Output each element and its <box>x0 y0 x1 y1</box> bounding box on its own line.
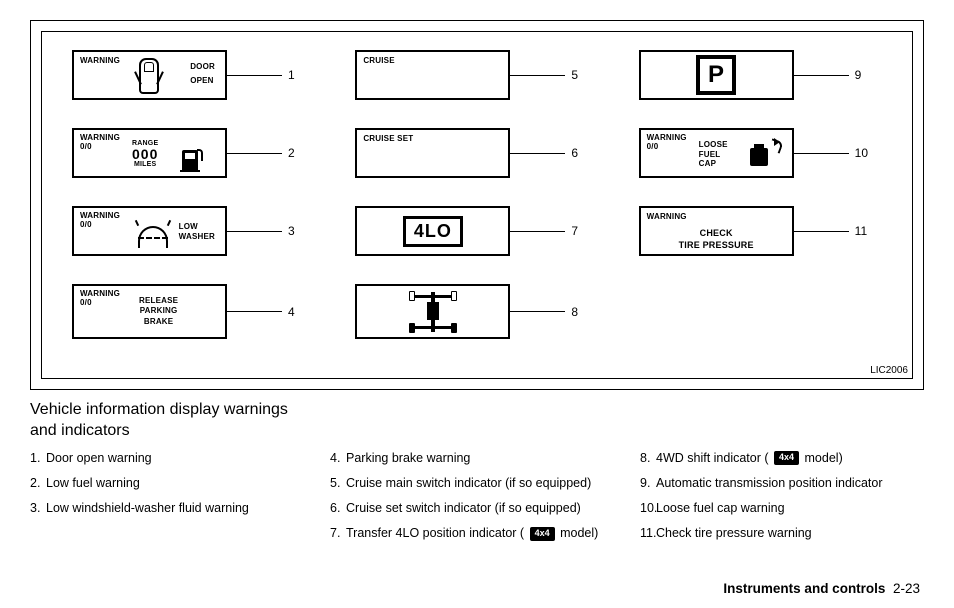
legend-item: 3.Low windshield-washer fluid warning <box>30 500 320 516</box>
cell-9: P 9 <box>639 50 882 100</box>
door-open-text: DOOR OPEN <box>190 60 215 87</box>
panel-low-washer: WARNING 0/0 LOW WASHER <box>72 206 227 256</box>
warning-label: WARNING 0/0 <box>80 290 120 308</box>
leader-line <box>227 153 282 154</box>
panel-transmission-position: P <box>639 50 794 100</box>
leader-line <box>227 231 282 232</box>
legend-item: 7.Transfer 4LO position indicator ( 4x4 … <box>330 525 630 541</box>
callout-number: 4 <box>288 305 304 319</box>
legend-columns: 1.Door open warning 2.Low fuel warning 3… <box>30 450 924 551</box>
callout-number: 11 <box>855 224 871 238</box>
cruise-set-label: CRUISE SET <box>363 134 413 143</box>
legend-item: 8.4WD shift indicator ( 4x4 model) <box>640 450 920 466</box>
panel-door-open: WARNING DOOR OPEN <box>72 50 227 100</box>
callout-number: 8 <box>571 305 587 319</box>
leader-line <box>510 75 565 76</box>
check-text: CHECK <box>641 228 792 238</box>
leader-line <box>794 231 849 232</box>
panel-loose-fuel-cap: WARNING 0/0 LOOSE FUEL CAP <box>639 128 794 178</box>
cell-11: WARNING CHECK TIRE PRESSURE 11 <box>639 206 882 256</box>
legend-col-1: 1.Door open warning 2.Low fuel warning 3… <box>30 450 320 551</box>
panel-parking-brake: WARNING 0/0 RELEASE PARKING BRAKE <box>72 284 227 339</box>
legend-item: 11.Check tire pressure warning <box>640 525 920 541</box>
legend-col-2: 4.Parking brake warning 5.Cruise main sw… <box>330 450 630 551</box>
callout-number: 9 <box>855 68 871 82</box>
callout-number: 3 <box>288 224 304 238</box>
park-position-icon: P <box>696 55 736 95</box>
legend-item: 9.Automatic transmission position indica… <box>640 475 920 491</box>
4x4-badge-icon: 4x4 <box>530 527 555 541</box>
tire-pressure-text: TIRE PRESSURE <box>641 240 792 250</box>
fuel-range: RANGE 000 MILES <box>132 140 158 168</box>
indicator-grid: WARNING DOOR OPEN 1 CRUISE 5 <box>72 50 882 339</box>
leader-line <box>510 231 565 232</box>
figure-outer-frame: WARNING DOOR OPEN 1 CRUISE 5 <box>30 20 924 390</box>
4x4-badge-icon: 4x4 <box>774 451 799 465</box>
legend-item: 2.Low fuel warning <box>30 475 320 491</box>
cell-2: WARNING 0/0 RANGE 000 MILES 2 <box>72 128 315 178</box>
legend-title: Vehicle information display warnings and… <box>30 400 310 442</box>
cell-empty <box>639 284 882 339</box>
warning-label: WARNING 0/0 <box>80 212 120 230</box>
figure-inner-frame: WARNING DOOR OPEN 1 CRUISE 5 <box>41 31 913 379</box>
cell-10: WARNING 0/0 LOOSE FUEL CAP 10 <box>639 128 882 178</box>
panel-low-fuel: WARNING 0/0 RANGE 000 MILES <box>72 128 227 178</box>
callout-number: 5 <box>571 68 587 82</box>
cell-3: WARNING 0/0 LOW WASHER 3 <box>72 206 315 256</box>
callout-number: 6 <box>571 146 587 160</box>
panel-cruise-set: CRUISE SET <box>355 128 510 178</box>
page-number: 2-23 <box>893 581 920 596</box>
cruise-label: CRUISE <box>363 56 394 65</box>
section-name: Instruments and controls <box>723 581 885 596</box>
cell-1: WARNING DOOR OPEN 1 <box>72 50 315 100</box>
warning-label: WARNING <box>80 56 120 65</box>
page-footer: Instruments and controls 2-23 <box>723 581 920 596</box>
warning-label: WARNING 0/0 <box>80 134 120 152</box>
leader-line <box>227 75 282 76</box>
legend-item: 5.Cruise main switch indicator (if so eq… <box>330 475 630 491</box>
warning-label: WARNING <box>647 212 687 221</box>
cell-4: WARNING 0/0 RELEASE PARKING BRAKE 4 <box>72 284 315 339</box>
cell-5: CRUISE 5 <box>355 50 598 100</box>
cell-8: 8 <box>355 284 598 339</box>
leader-line <box>510 311 565 312</box>
callout-number: 10 <box>855 146 871 160</box>
callout-number: 1 <box>288 68 304 82</box>
fuel-cap-icon <box>750 142 778 170</box>
panel-4lo: 4LO <box>355 206 510 256</box>
legend-item: 4.Parking brake warning <box>330 450 630 466</box>
legend-item: 10.Loose fuel cap warning <box>640 500 920 516</box>
fuel-pump-icon <box>182 146 204 170</box>
legend-item: 6.Cruise set switch indicator (if so equ… <box>330 500 630 516</box>
cell-6: CRUISE SET 6 <box>355 128 598 178</box>
panel-4wd-shift <box>355 284 510 339</box>
leader-line <box>227 311 282 312</box>
panel-cruise: CRUISE <box>355 50 510 100</box>
leader-line <box>794 153 849 154</box>
4lo-icon: 4LO <box>403 216 463 247</box>
warning-label: WARNING 0/0 <box>647 134 687 152</box>
car-door-open-icon <box>139 58 159 94</box>
leader-line <box>510 153 565 154</box>
legend-col-3: 8.4WD shift indicator ( 4x4 model) 9.Aut… <box>640 450 920 551</box>
panel-tire-pressure: WARNING CHECK TIRE PRESSURE <box>639 206 794 256</box>
drivetrain-icon <box>409 292 457 332</box>
callout-number: 2 <box>288 146 304 160</box>
loose-cap-text: LOOSE FUEL CAP <box>699 140 728 169</box>
low-washer-text: LOW WASHER <box>179 222 215 243</box>
leader-line <box>794 75 849 76</box>
cell-7: 4LO 7 <box>355 206 598 256</box>
washer-fluid-icon <box>136 222 172 246</box>
figure-code: LIC2006 <box>870 365 908 376</box>
callout-number: 7 <box>571 224 587 238</box>
legend-item: 1.Door open warning <box>30 450 320 466</box>
release-brake-text: RELEASE PARKING BRAKE <box>139 296 178 327</box>
